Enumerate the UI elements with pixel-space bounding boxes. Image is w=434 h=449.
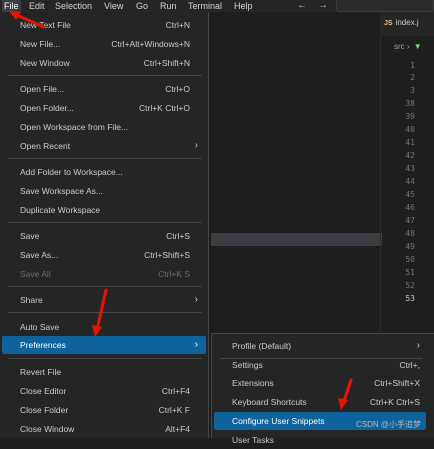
menu-item-close-folder[interactable]: Close Folder Ctrl+K F (2, 401, 206, 419)
run-triangle-icon[interactable]: ▼ (414, 42, 422, 51)
menu-item-save-workspace-as[interactable]: Save Workspace As... (2, 182, 206, 200)
menu-separator (8, 312, 202, 313)
menu-item-close-editor[interactable]: Close Editor Ctrl+F4 (2, 382, 206, 400)
command-center[interactable] (336, 0, 434, 12)
line-number: 51 (405, 268, 415, 277)
line-number: 49 (405, 242, 415, 251)
line-number: 39 (405, 112, 415, 121)
line-number: 2 (410, 73, 415, 82)
line-number: 46 (405, 203, 415, 212)
line-number: 43 (405, 164, 415, 173)
arrow-right-icon[interactable]: → (318, 0, 328, 12)
arrow-left-icon[interactable]: ← (297, 0, 307, 12)
editor-tab[interactable]: JS index.j (384, 14, 419, 32)
menu-item-close-window[interactable]: Close Window Alt+F4 (2, 420, 206, 438)
menu-item-new-text-file[interactable]: New Text File Ctrl+N (2, 16, 206, 34)
menu-item-duplicate-workspace[interactable]: Duplicate Workspace (2, 201, 206, 219)
file-menu: New Text File Ctrl+N New File... Ctrl+Alt+… (0, 12, 209, 438)
menu-item-open-file[interactable]: Open File... Ctrl+O (2, 80, 206, 98)
javascript-file-icon: JS (384, 20, 393, 27)
line-number-current: 53 (405, 294, 415, 303)
menu-edit[interactable]: Edit (27, 0, 47, 12)
chevron-right-icon: › (194, 294, 198, 305)
menu-item-new-window[interactable]: New Window Ctrl+Shift+N (2, 54, 206, 72)
watermark: CSDN @小手追梦 (356, 420, 422, 429)
submenu-item-profile[interactable]: Profile (Default) › (214, 337, 426, 355)
menu-separator (8, 158, 202, 159)
menubar: File Edit Selection View Go Run Terminal… (0, 0, 434, 12)
menu-item-open-recent[interactable]: Open Recent › (2, 137, 206, 155)
menu-item-open-folder[interactable]: Open Folder... Ctrl+K Ctrl+O (2, 99, 206, 117)
editor-tab-label: index.j (395, 18, 419, 27)
submenu-item-settings[interactable]: Settings Ctrl+, (214, 356, 426, 374)
menu-item-open-workspace[interactable]: Open Workspace from File... (2, 118, 206, 136)
menu-item-save[interactable]: Save Ctrl+S (2, 227, 206, 245)
chevron-right-icon: › (404, 42, 412, 51)
menu-item-preferences[interactable]: Preferences › (2, 336, 206, 354)
menu-separator (8, 286, 202, 287)
menu-view[interactable]: View (102, 0, 125, 12)
line-number: 50 (405, 255, 415, 264)
breadcrumb[interactable]: src › ▼ (394, 42, 422, 51)
menu-item-revert-file[interactable]: Revert File (2, 363, 206, 381)
menu-item-share[interactable]: Share › (2, 291, 206, 309)
line-number: 52 (405, 281, 415, 290)
chevron-right-icon: › (416, 340, 420, 351)
chevron-right-icon: › (194, 140, 198, 151)
menu-separator (8, 75, 202, 76)
line-number: 48 (405, 229, 415, 238)
line-number: 42 (405, 151, 415, 160)
line-number: 38 (405, 99, 415, 108)
line-number: 40 (405, 125, 415, 134)
menu-separator (8, 222, 202, 223)
menu-separator (8, 358, 202, 359)
editor-line-highlight (211, 233, 382, 246)
line-number: 47 (405, 216, 415, 225)
menu-item-new-file[interactable]: New File... Ctrl+Alt+Windows+N (2, 35, 206, 53)
menu-item-auto-save[interactable]: Auto Save (2, 318, 206, 336)
line-number: 44 (405, 177, 415, 186)
menu-item-save-all: Save All Ctrl+K S (20, 269, 190, 279)
breadcrumb-folder[interactable]: src (394, 42, 405, 51)
menu-run[interactable]: Run (158, 0, 179, 12)
menu-go[interactable]: Go (134, 0, 150, 12)
menu-item-add-folder[interactable]: Add Folder to Workspace... (2, 163, 206, 181)
line-number: 3 (410, 86, 415, 95)
menu-terminal[interactable]: Terminal (186, 0, 224, 12)
menu-help[interactable]: Help (232, 0, 255, 12)
menu-item-save-as[interactable]: Save As... Ctrl+Shift+S (2, 246, 206, 264)
submenu-item-extensions[interactable]: Extensions Ctrl+Shift+X (214, 374, 426, 392)
line-number: 1 (410, 61, 415, 70)
menu-file[interactable]: File (2, 0, 21, 12)
chevron-right-icon: › (194, 339, 198, 350)
submenu-item-user-tasks[interactable]: User Tasks (214, 431, 426, 449)
menu-selection[interactable]: Selection (53, 0, 94, 12)
line-number: 41 (405, 138, 415, 147)
line-number: 45 (405, 190, 415, 199)
submenu-item-keyboard-shortcuts[interactable]: Keyboard Shortcuts Ctrl+K Ctrl+S (214, 393, 426, 411)
